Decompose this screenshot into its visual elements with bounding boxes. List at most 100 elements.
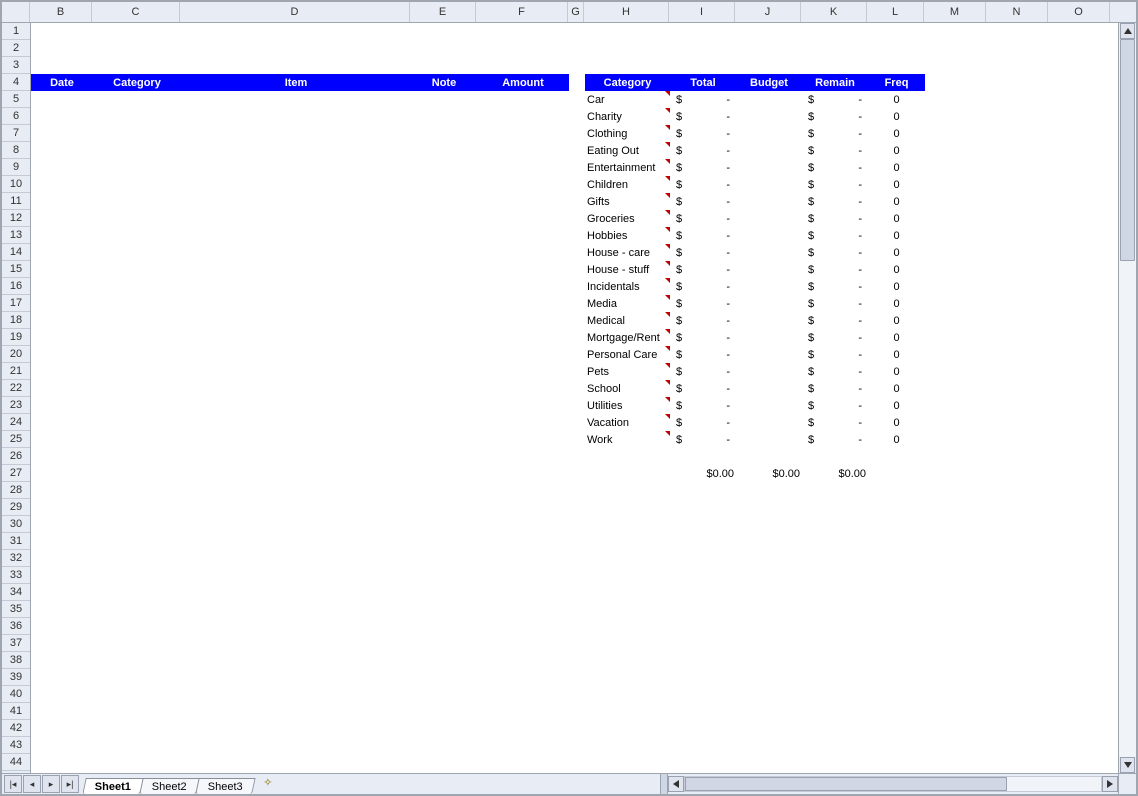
cell-G31[interactable] — [569, 533, 585, 550]
cell-D4[interactable]: Item — [181, 74, 411, 91]
cell-B17[interactable] — [31, 295, 93, 312]
cell-E27[interactable] — [411, 465, 477, 482]
cell-C13[interactable] — [93, 227, 181, 244]
cell-N27[interactable] — [987, 465, 1049, 482]
cell-O44[interactable] — [1049, 754, 1111, 771]
cell-H8[interactable]: Eating Out — [585, 142, 670, 159]
cell-F21[interactable] — [477, 363, 569, 380]
cell-M41[interactable] — [925, 703, 987, 720]
cell-O32[interactable] — [1049, 550, 1111, 567]
cell-C19[interactable] — [93, 329, 181, 346]
row-header-1[interactable]: 1 — [2, 23, 30, 40]
cell-F28[interactable] — [477, 482, 569, 499]
cell-M24[interactable] — [925, 414, 987, 431]
cell-F18[interactable] — [477, 312, 569, 329]
cell-J6[interactable] — [736, 108, 802, 125]
cell-J33[interactable] — [736, 567, 802, 584]
cell-E7[interactable] — [411, 125, 477, 142]
cell-O36[interactable] — [1049, 618, 1111, 635]
column-header-J[interactable]: J — [735, 2, 801, 22]
cell-E18[interactable] — [411, 312, 477, 329]
cell-L2[interactable] — [868, 40, 925, 57]
cell-H32[interactable] — [585, 550, 670, 567]
cell-D9[interactable] — [181, 159, 411, 176]
cell-I22[interactable]: $- — [670, 380, 736, 397]
cell-L23[interactable]: 0 — [868, 397, 925, 414]
vertical-scrollbar[interactable] — [1118, 23, 1136, 773]
cell-D39[interactable] — [181, 669, 411, 686]
row-header-13[interactable]: 13 — [2, 227, 30, 244]
cell-M33[interactable] — [925, 567, 987, 584]
cell-E19[interactable] — [411, 329, 477, 346]
cell-L37[interactable] — [868, 635, 925, 652]
cell-H11[interactable]: Gifts — [585, 193, 670, 210]
cell-M26[interactable] — [925, 448, 987, 465]
cell-C23[interactable] — [93, 397, 181, 414]
cell-B14[interactable] — [31, 244, 93, 261]
cell-B23[interactable] — [31, 397, 93, 414]
cell-N25[interactable] — [987, 431, 1049, 448]
cell-E22[interactable] — [411, 380, 477, 397]
cell-C22[interactable] — [93, 380, 181, 397]
cell-D26[interactable] — [181, 448, 411, 465]
cell-H5[interactable]: Car — [585, 91, 670, 108]
cell-O43[interactable] — [1049, 737, 1111, 754]
cell-I32[interactable] — [670, 550, 736, 567]
cell-C8[interactable] — [93, 142, 181, 159]
cell-L20[interactable]: 0 — [868, 346, 925, 363]
cell-F17[interactable] — [477, 295, 569, 312]
cell-O2[interactable] — [1049, 40, 1111, 57]
cell-J44[interactable] — [736, 754, 802, 771]
cell-O12[interactable] — [1049, 210, 1111, 227]
cell-O18[interactable] — [1049, 312, 1111, 329]
cell-K4[interactable]: Remain — [802, 74, 868, 91]
cell-H14[interactable]: House - care — [585, 244, 670, 261]
cell-G25[interactable] — [569, 431, 585, 448]
cell-I25[interactable]: $- — [670, 431, 736, 448]
cell-H30[interactable] — [585, 516, 670, 533]
cell-M17[interactable] — [925, 295, 987, 312]
cell-D21[interactable] — [181, 363, 411, 380]
cell-F25[interactable] — [477, 431, 569, 448]
cell-C26[interactable] — [93, 448, 181, 465]
row-header-17[interactable]: 17 — [2, 295, 30, 312]
cell-O16[interactable] — [1049, 278, 1111, 295]
vscroll-track[interactable] — [1119, 39, 1136, 757]
cell-D13[interactable] — [181, 227, 411, 244]
cell-B13[interactable] — [31, 227, 93, 244]
cell-K11[interactable]: $- — [802, 193, 868, 210]
cell-L29[interactable] — [868, 499, 925, 516]
cell-F16[interactable] — [477, 278, 569, 295]
cell-G37[interactable] — [569, 635, 585, 652]
cell-J35[interactable] — [736, 601, 802, 618]
cell-N28[interactable] — [987, 482, 1049, 499]
cell-B11[interactable] — [31, 193, 93, 210]
cell-K39[interactable] — [802, 669, 868, 686]
cell-E39[interactable] — [411, 669, 477, 686]
cell-G17[interactable] — [569, 295, 585, 312]
cell-O7[interactable] — [1049, 125, 1111, 142]
cell-O15[interactable] — [1049, 261, 1111, 278]
cell-B39[interactable] — [31, 669, 93, 686]
cell-N40[interactable] — [987, 686, 1049, 703]
cell-J17[interactable] — [736, 295, 802, 312]
cell-L32[interactable] — [868, 550, 925, 567]
cell-M44[interactable] — [925, 754, 987, 771]
cell-L41[interactable] — [868, 703, 925, 720]
cell-E36[interactable] — [411, 618, 477, 635]
cell-J19[interactable] — [736, 329, 802, 346]
cell-L43[interactable] — [868, 737, 925, 754]
cell-I7[interactable]: $- — [670, 125, 736, 142]
cell-L13[interactable]: 0 — [868, 227, 925, 244]
cell-H35[interactable] — [585, 601, 670, 618]
cell-I18[interactable]: $- — [670, 312, 736, 329]
cell-N1[interactable] — [987, 23, 1049, 40]
cell-G1[interactable] — [569, 23, 585, 40]
cell-C35[interactable] — [93, 601, 181, 618]
cell-N15[interactable] — [987, 261, 1049, 278]
cell-M23[interactable] — [925, 397, 987, 414]
row-header-28[interactable]: 28 — [2, 482, 30, 499]
cell-E32[interactable] — [411, 550, 477, 567]
cell-F26[interactable] — [477, 448, 569, 465]
cell-D22[interactable] — [181, 380, 411, 397]
